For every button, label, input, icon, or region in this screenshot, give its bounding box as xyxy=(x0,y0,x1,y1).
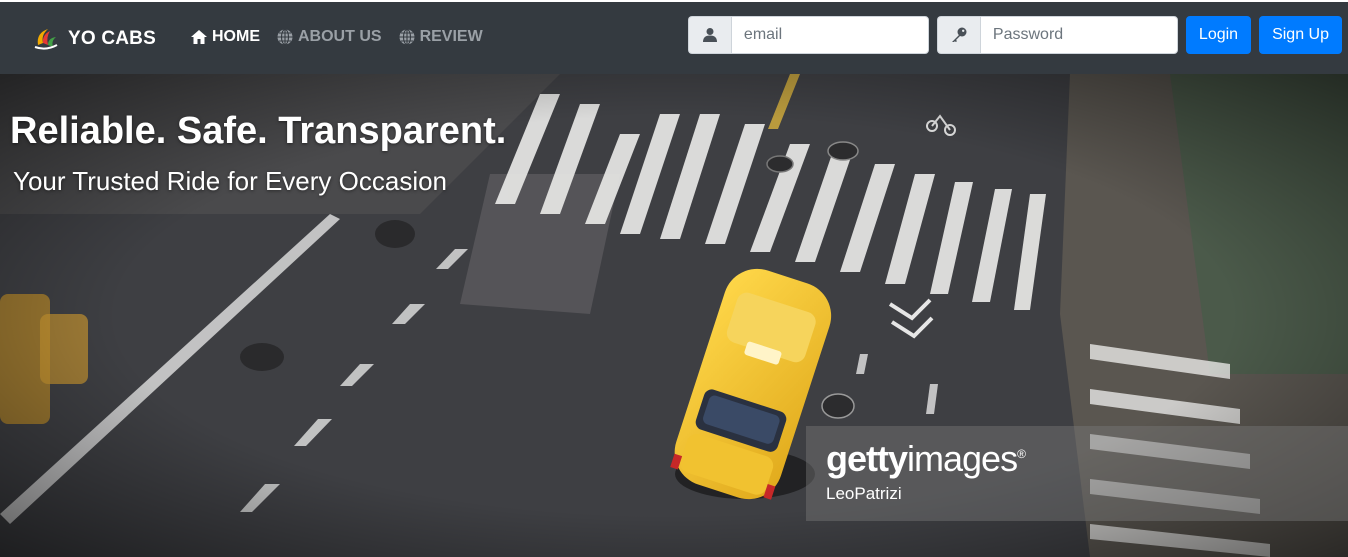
nav-home[interactable]: HOME xyxy=(190,28,260,46)
nav-review[interactable]: REVIEW xyxy=(398,28,483,46)
hero-title: Reliable. Safe. Transparent. xyxy=(10,110,507,152)
watermark-logo: gettyimages® xyxy=(826,438,1026,479)
home-icon xyxy=(191,30,207,44)
login-button[interactable]: Login xyxy=(1185,16,1252,54)
main-nav: HOME ABOUT US REVIEW xyxy=(190,28,483,46)
signup-button[interactable]: Sign Up xyxy=(1259,16,1342,54)
key-icon-addon xyxy=(936,16,980,54)
password-group xyxy=(936,16,1178,54)
nav-about-us-label: ABOUT US xyxy=(298,28,382,45)
brand-name: YO CABS xyxy=(68,28,156,49)
globe-icon xyxy=(399,28,415,46)
nav-about-us[interactable]: ABOUT US xyxy=(276,28,382,46)
email-group xyxy=(687,16,929,54)
key-icon xyxy=(951,27,967,42)
brand-logo-icon xyxy=(34,29,58,50)
hero-subtitle: Your Trusted Ride for Every Occasion xyxy=(13,166,448,196)
login-form: Login Sign Up xyxy=(687,16,1342,54)
nav-review-label: REVIEW xyxy=(419,28,483,45)
email-input[interactable] xyxy=(730,16,929,54)
nav-home-label: HOME xyxy=(212,28,260,45)
getty-watermark: gettyimages® LeoPatrizi xyxy=(806,426,1348,521)
watermark-credit: LeoPatrizi xyxy=(826,484,902,503)
hero-banner: Reliable. Safe. Transparent. Your Truste… xyxy=(0,74,1348,557)
user-icon-addon xyxy=(687,16,731,54)
password-input[interactable] xyxy=(979,16,1178,54)
navbar: YO CABS HOME ABOUT US REVIEW email Login… xyxy=(0,0,1348,74)
user-icon xyxy=(702,28,717,42)
brand[interactable]: YO CABS xyxy=(32,24,156,54)
globe-icon xyxy=(277,28,293,46)
